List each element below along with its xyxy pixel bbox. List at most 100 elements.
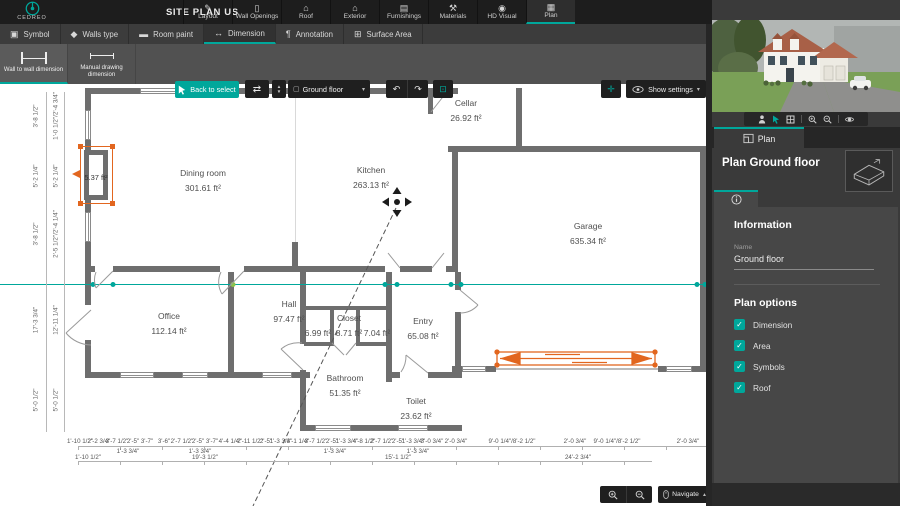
main-tab[interactable]: ⌂ Roof	[281, 0, 330, 24]
dimension-text: 3'-8 1/2"	[32, 222, 40, 246]
locate-icon: ✛	[607, 83, 615, 94]
main-tab[interactable]: ⚒ Materials	[428, 0, 477, 24]
flip-icon: ⇄	[252, 83, 262, 95]
plan-option[interactable]: ✓ Area	[734, 340, 878, 351]
tab-icon: ✎	[204, 3, 212, 13]
selection-handle[interactable]	[78, 144, 83, 149]
floor-stepper[interactable]: ▲ ▼	[272, 80, 286, 98]
room-label: Bathroom 51.35 ft²	[327, 371, 364, 401]
main-tabs: ✎ Layout ▯ Wall Openings ⌂ Roof ⌂ Exteri…	[183, 0, 575, 24]
flip-plan-button[interactable]: ⇄	[245, 80, 269, 98]
room-label: Hall 97.47 ft²	[273, 297, 304, 327]
tab-label: Exterior	[343, 13, 367, 20]
stepper-down-icon[interactable]: ▼	[277, 89, 281, 94]
undo-button[interactable]: ↶	[386, 80, 407, 98]
window	[462, 366, 486, 372]
selection-handle[interactable]	[78, 201, 83, 206]
navigate-label: Navigate	[672, 491, 699, 498]
room-label: Kitchen 263.13 ft²	[353, 163, 389, 193]
selection-handle[interactable]	[110, 201, 115, 206]
zoom-out-button[interactable]	[626, 486, 652, 503]
ribbon-button[interactable]: ▬ Room paint	[129, 24, 204, 44]
main-tab[interactable]: ⌂ Exterior	[330, 0, 379, 24]
tab-label: Wall Openings	[235, 13, 279, 20]
select-cursor-icon[interactable]	[772, 115, 780, 124]
tab-plan-label: Plan	[757, 133, 776, 144]
tab-icon: ▯	[254, 3, 260, 13]
fit-view-button[interactable]: ⊡	[433, 80, 453, 98]
checkbox-checked-icon[interactable]: ✓	[734, 340, 745, 351]
dimension-rail	[46, 92, 47, 432]
room-area: 6.99 ft²	[304, 328, 332, 338]
locate-button[interactable]: ✛	[601, 80, 621, 98]
dimension-text: 3'-8 1/2"	[32, 104, 40, 128]
checkbox-checked-icon[interactable]: ✓	[734, 319, 745, 330]
garage-opening-line	[496, 368, 658, 370]
active-dimension-line	[0, 284, 706, 285]
main-tab[interactable]: ▦ Plan	[526, 0, 575, 24]
main-tab[interactable]: ✎ Layout	[183, 0, 232, 24]
main-tab[interactable]: ▯ Wall Openings	[232, 0, 281, 24]
zoom-in-icon[interactable]	[808, 115, 817, 124]
checkbox-checked-icon[interactable]: ✓	[734, 382, 745, 393]
ribbon-button[interactable]: ◆ Walls type	[61, 24, 130, 44]
dimension-text: 1'-3 3/4"	[323, 448, 347, 455]
ribbon-button[interactable]: ¶ Annotation	[276, 24, 344, 44]
navigate-button[interactable]: Navigate ▲	[658, 486, 712, 503]
dimension-tool-button[interactable]: Wall to wall dimension	[0, 44, 68, 84]
ribbon-button-icon: ▬	[139, 29, 149, 39]
cedreo-logo[interactable]: CEDREO	[6, 1, 58, 21]
redo-button[interactable]: ↷	[407, 80, 428, 98]
dimension-text: 2'-7 1/2"	[370, 438, 394, 445]
plan-option[interactable]: ✓ Symbols	[734, 361, 878, 372]
room-area: 635.34 ft²	[570, 236, 606, 246]
checkbox-checked-icon[interactable]: ✓	[734, 361, 745, 372]
dimension-text: 1'-3 3/4"	[116, 448, 140, 455]
show-settings-button[interactable]: Show settings ▾	[626, 80, 706, 98]
3d-preview[interactable]	[712, 20, 900, 112]
floor-name: Ground floor	[302, 84, 344, 94]
tab-information[interactable]	[714, 190, 758, 207]
separator	[801, 115, 802, 123]
snap-dot	[230, 282, 236, 287]
dimension-rail	[78, 446, 706, 450]
floor-dropdown[interactable]: ▢ Ground floor ▾	[288, 80, 370, 98]
plan-option[interactable]: ✓ Roof	[734, 382, 878, 393]
ribbon-button[interactable]: ↔ Dimension	[204, 24, 276, 44]
zoom-out-icon[interactable]	[823, 115, 832, 124]
person-icon[interactable]	[758, 114, 766, 124]
orbit-icon[interactable]	[845, 115, 854, 124]
plan-tab-icon	[743, 133, 754, 144]
selection-handle[interactable]	[110, 144, 115, 149]
tab-label: Furnishings	[386, 13, 422, 20]
ribbon-button-label: Annotation	[295, 29, 333, 39]
dimension-text: 3'-7"	[205, 438, 219, 445]
panel-title: Plan Ground floor	[722, 157, 820, 169]
door-arc	[280, 342, 303, 350]
tab-icon: ◉	[498, 3, 506, 13]
wall	[452, 152, 458, 272]
main-tab[interactable]: ◉ HD Visual	[477, 0, 526, 24]
plan-option[interactable]: ✓ Dimension	[734, 319, 878, 330]
back-to-select-button[interactable]: Back to select	[175, 81, 239, 98]
closet-door-leaf	[345, 342, 357, 356]
window	[85, 110, 91, 140]
plan-option-label: Roof	[753, 382, 771, 393]
main-tab[interactable]: ▤ Furnishings	[379, 0, 428, 24]
wall	[455, 272, 461, 290]
dimension-tool-button[interactable]: Manual drawing dimension	[68, 44, 136, 84]
ribbon-button[interactable]: ⊞ Surface Area	[344, 24, 423, 44]
floor-thumbnail[interactable]	[845, 150, 893, 192]
dimension-tool-icon	[89, 50, 114, 62]
building-icon[interactable]	[786, 115, 795, 124]
info-icon	[730, 194, 742, 205]
tab-plan[interactable]: Plan	[714, 127, 804, 148]
floor-plan-canvas[interactable]: 5.37 ft² Dining room 301.61 ft² Kitchen …	[0, 84, 711, 506]
sidebar-body: Information Name Ground floor Plan optio…	[714, 207, 898, 483]
ribbon-button[interactable]: ▣ Symbol	[0, 24, 61, 44]
zoom-in-button[interactable]	[600, 486, 626, 503]
selection-arrow	[72, 170, 80, 178]
dimension-text: 17'-3 3/4"	[32, 306, 40, 334]
dimension-text: 2'-0 3/4"	[444, 438, 468, 445]
name-field[interactable]: Ground floor	[734, 254, 874, 270]
